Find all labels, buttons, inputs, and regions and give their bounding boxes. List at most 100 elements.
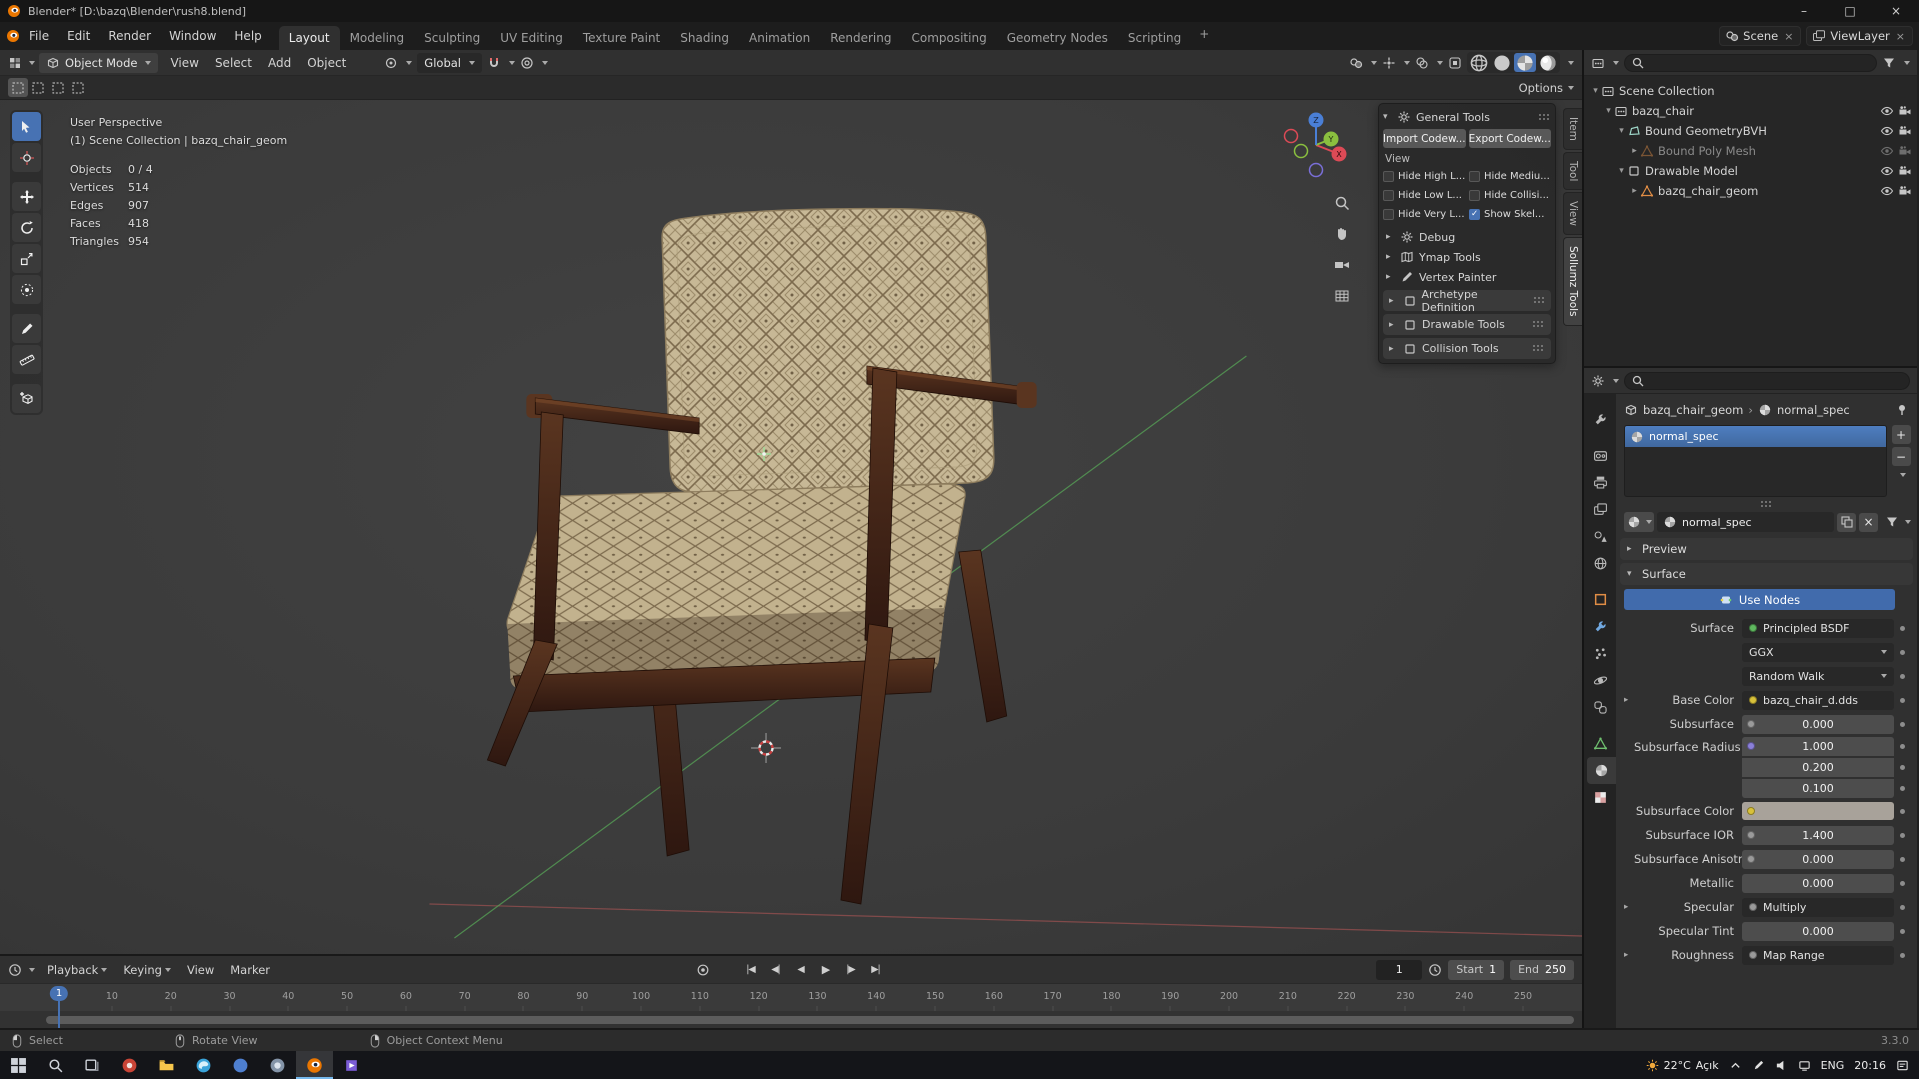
orientation-selector[interactable]: Global	[417, 53, 482, 73]
gizmos-toggle-icon[interactable]	[1382, 56, 1396, 70]
options-dropdown[interactable]: Options	[1519, 81, 1574, 95]
preview-range-icon[interactable]	[1428, 963, 1442, 977]
menu-file[interactable]: File	[20, 29, 58, 43]
timeline-ruler[interactable]: 1020304050607080901001101201301401501601…	[0, 983, 1582, 1010]
subsection-ymap-tools[interactable]: ▸Ymap Tools	[1383, 247, 1551, 267]
checkbox-box[interactable]	[1469, 190, 1480, 201]
value-field[interactable]: 0.100	[1742, 779, 1894, 798]
properties-tab-output[interactable]	[1584, 469, 1616, 496]
decorator-dot[interactable]	[1894, 744, 1910, 749]
properties-tab-view-layer[interactable]	[1584, 496, 1616, 523]
decorator-dot[interactable]	[1894, 765, 1910, 770]
jump-to-next-keyframe-button[interactable]: |▶	[840, 960, 862, 980]
hide-render-icon[interactable]	[1898, 184, 1912, 198]
properties-tab-constraints[interactable]	[1584, 694, 1616, 721]
timeline-menu-marker[interactable]: Marker	[222, 963, 278, 977]
menu-window[interactable]: Window	[160, 29, 225, 43]
hide-render-icon[interactable]	[1898, 124, 1912, 138]
search-button[interactable]	[37, 1051, 74, 1079]
checkbox-hide-collisi[interactable]: Hide Collisi...	[1469, 187, 1551, 203]
checkbox-box[interactable]	[1469, 171, 1480, 182]
properties-tab-object-data[interactable]	[1584, 730, 1616, 757]
decorator-dot[interactable]	[1894, 722, 1910, 727]
checkbox-box[interactable]	[1383, 171, 1394, 182]
app-gray-button[interactable]	[259, 1051, 296, 1079]
decorator-dot[interactable]	[1894, 929, 1910, 934]
material-slot-list[interactable]: normal_spec	[1624, 425, 1887, 497]
maximize-button[interactable]: □	[1827, 0, 1873, 22]
pan-hand-icon[interactable]	[1333, 225, 1351, 243]
properties-tab-object[interactable]	[1584, 586, 1616, 613]
menu-render[interactable]: Render	[99, 29, 160, 43]
decorator-dot[interactable]	[1894, 833, 1910, 838]
expand-caret[interactable]: ▸	[1629, 186, 1640, 196]
workspace-tab-rendering[interactable]: Rendering	[820, 26, 901, 50]
timeline-menu-keying[interactable]: Keying	[115, 963, 179, 977]
minimize-button[interactable]: –	[1781, 0, 1827, 22]
properties-editor-icon[interactable]	[1591, 374, 1605, 388]
properties-tab-tool[interactable]	[1584, 406, 1616, 433]
add-slot-button[interactable]: +	[1892, 425, 1911, 444]
menu-help[interactable]: Help	[225, 29, 270, 43]
decorator-dot[interactable]	[1894, 857, 1910, 862]
properties-tab-texture[interactable]	[1584, 784, 1616, 811]
expand-caret[interactable]: ▸	[1624, 902, 1634, 912]
export-codewalker-button[interactable]: Export Codew...	[1469, 129, 1552, 148]
properties-tab-material[interactable]	[1587, 757, 1616, 784]
checkbox-hide-high-l[interactable]: Hide High L...	[1383, 168, 1465, 184]
checkbox-box[interactable]	[1383, 190, 1394, 201]
expand-caret[interactable]: ▾	[1603, 106, 1614, 116]
properties-tab-particles[interactable]	[1584, 640, 1616, 667]
outliner-row-bazq-chair-geom[interactable]: ▸bazq_chair_geom	[1584, 181, 1917, 201]
value-field[interactable]: 0.000	[1742, 715, 1894, 734]
workspace-tab-texture-paint[interactable]: Texture Paint	[573, 26, 670, 50]
select-mode-extend-button[interactable]	[28, 78, 48, 97]
decorator-dot[interactable]	[1894, 786, 1910, 791]
play-reverse-button[interactable]: ◀	[790, 960, 812, 980]
outliner-row-bound-geometrybvh[interactable]: ▾Bound GeometryBVH	[1584, 121, 1917, 141]
random-walk-dropdown[interactable]: Random Walk	[1742, 667, 1894, 686]
principled-bsdf-selector[interactable]: Principled BSDF	[1742, 619, 1894, 638]
decorator-dot[interactable]	[1894, 650, 1910, 655]
material-name-field[interactable]: normal_spec	[1657, 512, 1834, 532]
checkbox-box[interactable]	[1383, 209, 1394, 220]
decorator-dot[interactable]	[1894, 674, 1910, 679]
workspace-tab-shading[interactable]: Shading	[670, 26, 739, 50]
viewport-menu-object[interactable]: Object	[299, 56, 354, 70]
scene-unlink-button[interactable]: ×	[1782, 30, 1795, 43]
value-field[interactable]: 0.200	[1742, 758, 1894, 777]
use-nodes-button[interactable]: Use Nodes	[1624, 589, 1895, 610]
timeline-menu-playback[interactable]: Playback	[39, 963, 115, 977]
frame-start-field[interactable]: Start1	[1448, 960, 1504, 980]
outliner-row-drawable-model[interactable]: ▾Drawable Model	[1584, 161, 1917, 181]
workspace-tab-uv-editing[interactable]: UV Editing	[490, 26, 573, 50]
select-mode-subtract-button[interactable]	[48, 78, 68, 97]
file-explorer-button[interactable]	[148, 1051, 185, 1079]
hide-viewport-icon[interactable]	[1880, 184, 1894, 198]
editor-type-icon[interactable]	[8, 56, 22, 70]
properties-tab-scene[interactable]	[1584, 523, 1616, 550]
material-slot-active[interactable]: normal_spec	[1625, 426, 1886, 447]
outliner-editor-icon[interactable]	[1591, 56, 1605, 70]
tool-measure-button[interactable]	[12, 345, 41, 374]
properties-tab-modifiers[interactable]	[1584, 613, 1616, 640]
pivot-point-icon[interactable]	[384, 56, 398, 70]
hide-render-icon[interactable]	[1898, 144, 1912, 158]
value-field[interactable]: 0.000	[1742, 874, 1894, 893]
properties-search-field[interactable]	[1624, 372, 1910, 390]
expand-caret[interactable]: ▸	[1629, 146, 1640, 156]
workspace-tab-modeling[interactable]: Modeling	[340, 26, 415, 50]
expand-caret[interactable]: ▾	[1590, 86, 1601, 96]
speaker-icon[interactable]	[1775, 1059, 1788, 1072]
proportional-editing-icon[interactable]	[520, 56, 534, 70]
remove-slot-button[interactable]: −	[1892, 447, 1911, 466]
checkbox-box[interactable]: ✓	[1469, 209, 1480, 220]
hide-viewport-icon[interactable]	[1880, 144, 1894, 158]
general-tools-header[interactable]: ▾ General Tools	[1383, 107, 1551, 127]
sidebar-tab-view[interactable]: View	[1563, 192, 1582, 235]
pin-icon[interactable]	[1895, 403, 1909, 417]
expand-caret[interactable]: ▾	[1616, 166, 1627, 176]
outliner-row-bazq-chair[interactable]: ▾bazq_chair	[1584, 101, 1917, 121]
timeline-scrollbar[interactable]	[0, 1011, 1582, 1029]
jump-to-prev-keyframe-button[interactable]: ◀|	[765, 960, 787, 980]
